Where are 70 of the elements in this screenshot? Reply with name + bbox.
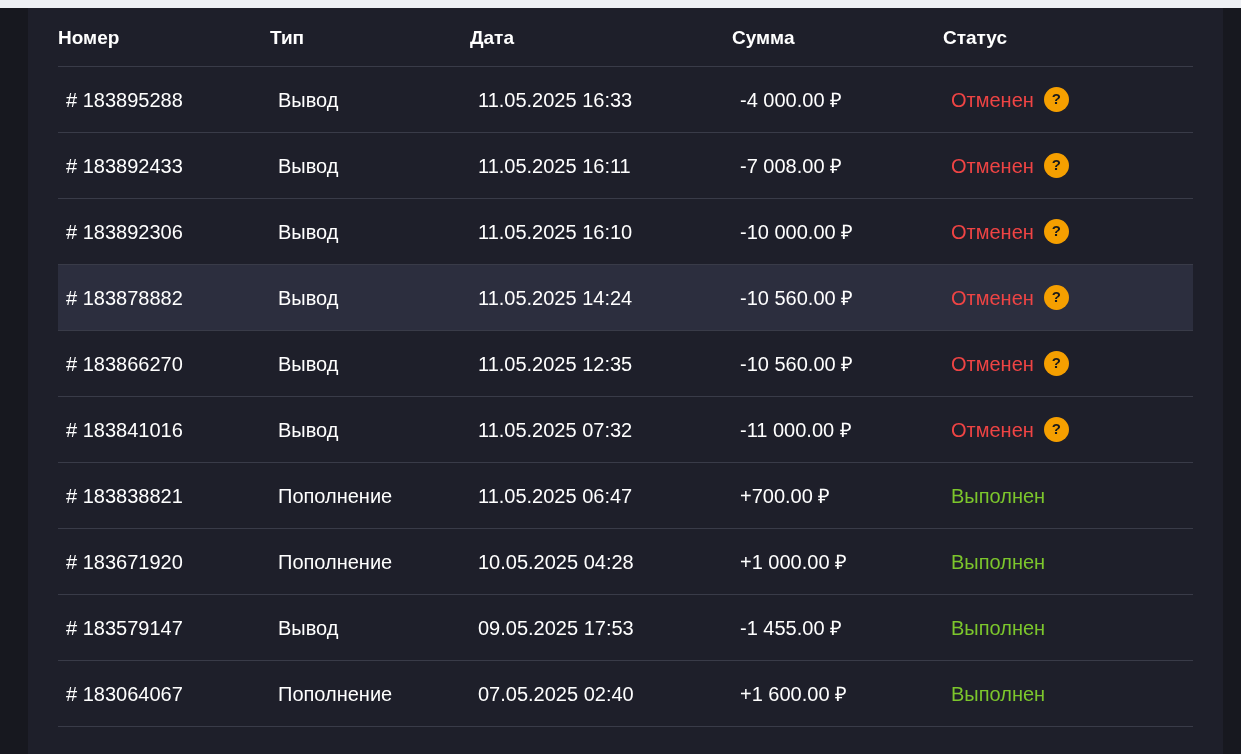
status-text: Выполнен — [951, 549, 1046, 575]
transaction-date: 11.05.2025 14:24 — [477, 285, 634, 311]
status-text: Выполнен — [951, 681, 1046, 707]
transaction-number: # 183064067 — [65, 681, 184, 707]
transaction-number: # 183878882 — [65, 285, 184, 311]
column-header: Номер — [58, 25, 121, 50]
table-row[interactable]: # 183866270 Вывод 11.05.2025 12:35 -10 560.00 ₽ Отменен ? — [58, 331, 1193, 397]
transaction-type: Вывод — [277, 615, 340, 641]
column-header: Тип — [270, 25, 306, 50]
transaction-type: Вывод — [277, 219, 340, 245]
transaction-type: Вывод — [277, 87, 340, 113]
table-row[interactable]: # 183838821 Пополнение 11.05.2025 06:47 +700.00 ₽ Выполнен — [58, 463, 1193, 529]
table-row[interactable]: # 183895288 Вывод 11.05.2025 16:33 -4 000.00 ₽ Отменен ? — [58, 67, 1193, 133]
column-header: Сумма — [732, 25, 796, 50]
help-icon[interactable]: ? — [1043, 219, 1069, 244]
transaction-date: 11.05.2025 12:35 — [477, 351, 634, 377]
help-icon[interactable]: ? — [1043, 87, 1069, 112]
transaction-number: # 183895288 — [65, 87, 184, 113]
transaction-number: # 183579147 — [65, 615, 184, 641]
column-header: Дата — [470, 25, 515, 50]
transaction-amount: -10 000.00 ₽ — [739, 219, 855, 245]
transaction-number: # 183892306 — [65, 219, 184, 245]
transaction-type: Пополнение — [277, 681, 394, 707]
table-row[interactable]: # 183892433 Вывод 11.05.2025 16:11 -7 008.00 ₽ Отменен ? — [58, 133, 1193, 199]
transaction-amount: -4 000.00 ₽ — [739, 87, 844, 113]
transaction-date: 11.05.2025 16:11 — [477, 153, 632, 179]
transaction-type: Вывод — [277, 153, 340, 179]
transaction-type: Вывод — [277, 351, 340, 377]
transaction-number: # 183841016 — [65, 417, 184, 443]
help-icon[interactable]: ? — [1043, 153, 1069, 178]
table-row[interactable]: # 183841016 Вывод 11.05.2025 07:32 -11 000.00 ₽ Отменен ? — [58, 397, 1193, 463]
transaction-amount: -10 560.00 ₽ — [739, 351, 855, 377]
transaction-number: # 183838821 — [65, 483, 184, 509]
transaction-number: # 183671920 — [65, 549, 184, 575]
transaction-amount: -7 008.00 ₽ — [739, 153, 844, 179]
transaction-type: Вывод — [277, 285, 340, 311]
column-header: Статус — [943, 25, 1009, 50]
status-text: Выполнен — [951, 483, 1046, 509]
help-icon[interactable]: ? — [1043, 285, 1069, 310]
transaction-amount: +1 000.00 ₽ — [739, 549, 849, 575]
transaction-date: 07.05.2025 02:40 — [477, 681, 635, 707]
transaction-type: Пополнение — [277, 549, 394, 575]
transaction-date: 11.05.2025 16:33 — [477, 87, 634, 113]
help-icon[interactable]: ? — [1043, 417, 1069, 442]
table-row[interactable]: # 183878882 Вывод 11.05.2025 14:24 -10 560.00 ₽ Отменен ? — [58, 265, 1193, 331]
transaction-date: 11.05.2025 06:47 — [477, 483, 634, 509]
status-text: Отменен — [951, 351, 1034, 377]
status-text: Отменен — [951, 219, 1034, 245]
status-text: Отменен — [951, 417, 1034, 443]
help-icon[interactable]: ? — [1043, 351, 1069, 376]
transaction-amount: -10 560.00 ₽ — [739, 285, 855, 311]
transaction-type: Вывод — [277, 417, 340, 443]
status-text: Отменен — [951, 87, 1034, 113]
status-text: Выполнен — [951, 615, 1046, 641]
transaction-amount: -11 000.00 ₽ — [739, 417, 853, 443]
status-text: Отменен — [951, 153, 1034, 179]
transaction-amount: +1 600.00 ₽ — [739, 681, 849, 707]
table-row[interactable]: # 183064067 Пополнение 07.05.2025 02:40 +1 600.00 ₽ Выполнен — [58, 661, 1193, 727]
transaction-amount: -1 455.00 ₽ — [739, 615, 844, 641]
transaction-type: Пополнение — [277, 483, 394, 509]
transaction-date: 10.05.2025 04:28 — [477, 549, 635, 575]
transaction-amount: +700.00 ₽ — [739, 483, 832, 509]
transaction-number: # 183866270 — [65, 351, 184, 377]
transaction-date: 09.05.2025 17:53 — [477, 615, 635, 641]
transaction-date: 11.05.2025 07:32 — [477, 417, 634, 443]
transaction-number: # 183892433 — [65, 153, 184, 179]
table-row[interactable]: # 183671920 Пополнение 10.05.2025 04:28 +1 000.00 ₽ Выполнен — [58, 529, 1193, 595]
table-row[interactable]: # 183579147 Вывод 09.05.2025 17:53 -1 455.00 ₽ Выполнен — [58, 595, 1193, 661]
transaction-date: 11.05.2025 16:10 — [477, 219, 634, 245]
status-text: Отменен — [951, 285, 1034, 311]
